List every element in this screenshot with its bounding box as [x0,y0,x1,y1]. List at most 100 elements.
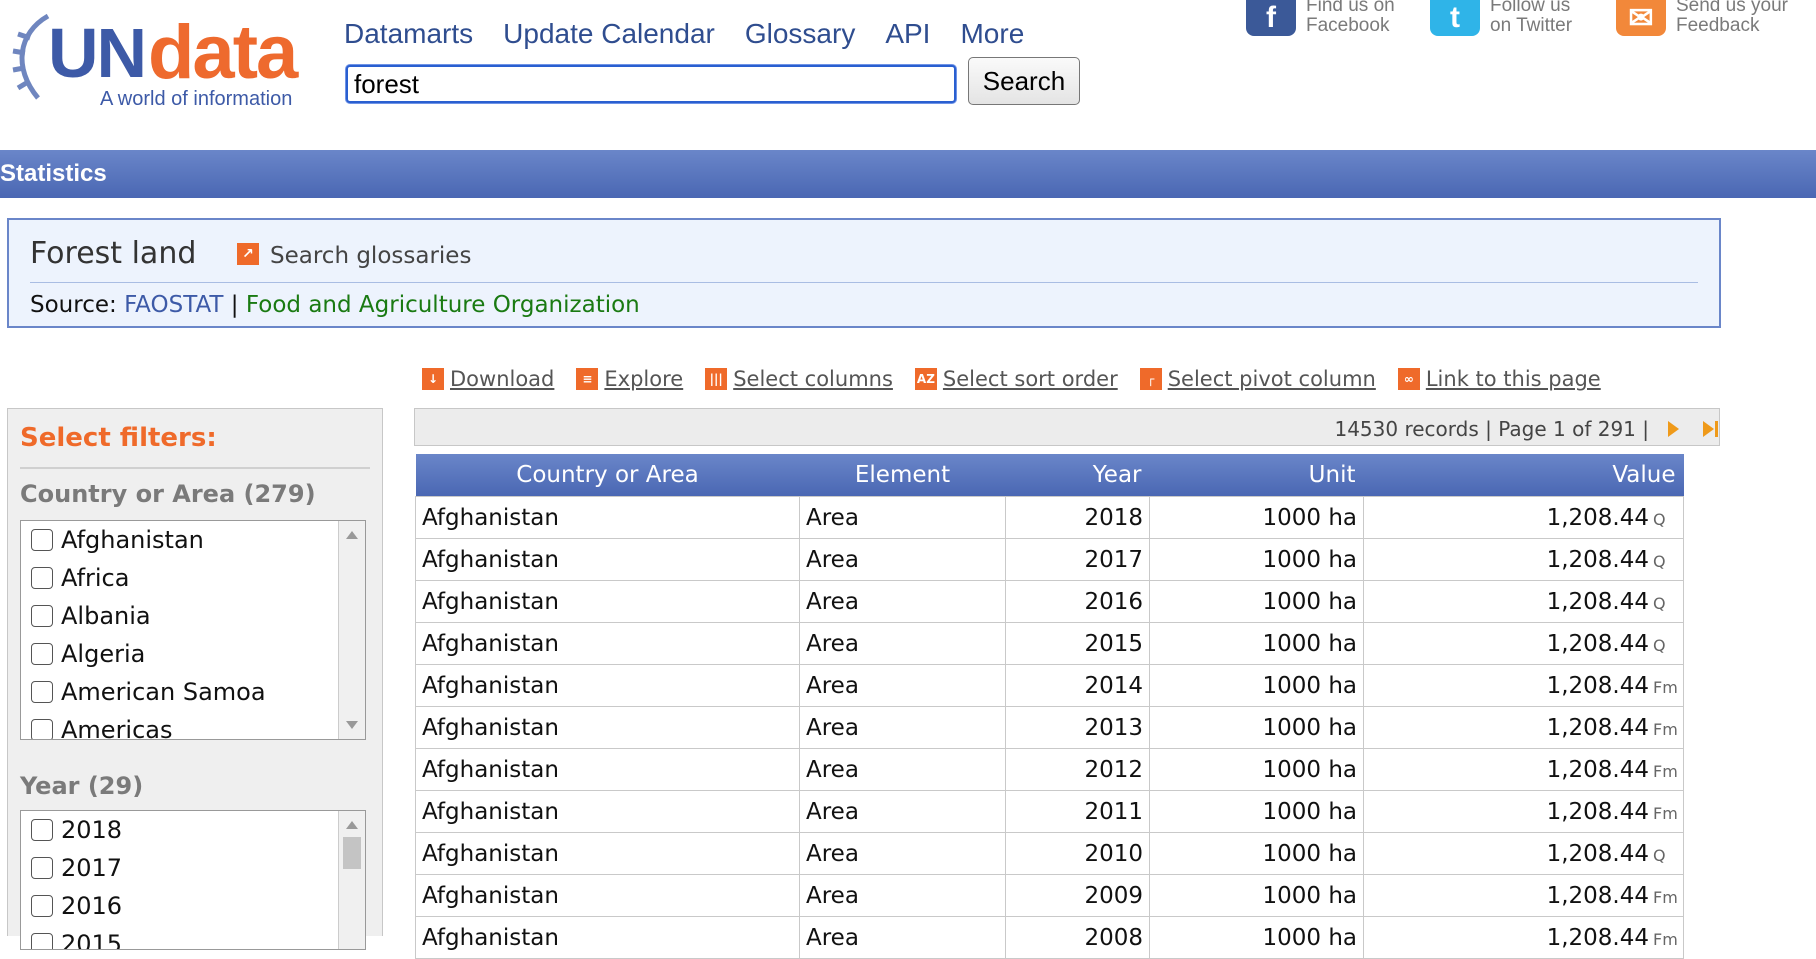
option-label: Africa [61,564,130,592]
value-number: 1,208.44 [1546,672,1649,699]
year-filter-list[interactable]: 2018 2017 2016 2015 [20,810,366,950]
table-cell: Area [799,622,1006,665]
scroll-up-icon[interactable] [346,821,358,829]
table-cell: 1000 ha [1149,748,1364,791]
table-row: Afghanistan Area 2008 1000 ha 1,208.44 Fm [415,916,1684,959]
option-label: American Samoa [61,678,266,706]
explore-icon: ≡ [576,368,599,390]
nav-api[interactable]: API [885,18,930,50]
option-label: 2018 [61,816,123,844]
feedback-link[interactable]: ✉ Send us your Feedback [1616,0,1788,36]
value-cell: 1,208.44 Q [1363,496,1684,539]
select-pivot-column-button[interactable]: ┌ Select pivot column [1139,367,1376,391]
twitter-link[interactable]: t Follow us on Twitter [1430,0,1572,36]
value-flag[interactable]: Q [1653,552,1679,571]
checkbox[interactable] [31,819,53,841]
country-filter-title: Country or Area (279) [20,480,316,508]
value-number: 1,208.44 [1546,504,1649,531]
scroll-thumb[interactable] [343,837,361,869]
facebook-line2: Facebook [1306,15,1390,36]
value-number: 1,208.44 [1546,798,1649,825]
value-flag[interactable]: Fm [1653,720,1679,739]
value-flag[interactable]: Q [1653,510,1679,529]
link-to-page-button[interactable]: ∞ Link to this page [1397,367,1601,391]
column-header[interactable]: Element [799,454,1006,497]
nav-more[interactable]: More [960,18,1024,50]
value-cell: 1,208.44 Fm [1363,748,1684,791]
checkbox[interactable] [31,567,53,589]
table-cell: Area [799,496,1006,539]
nav-update-calendar[interactable]: Update Calendar [503,18,715,50]
year-option[interactable]: 2018 [21,811,365,849]
year-option[interactable]: 2017 [21,849,365,887]
source-db-link[interactable]: FAOSTAT [124,292,223,318]
country-option[interactable]: Africa [21,559,365,597]
checkbox[interactable] [31,643,53,665]
table-cell: Afghanistan [415,748,800,791]
search-input[interactable] [346,65,956,103]
value-flag[interactable]: Fm [1653,762,1679,781]
option-label: 2017 [61,854,123,882]
value-flag[interactable]: Q [1653,636,1679,655]
checkbox[interactable] [31,605,53,627]
table-cell: 1000 ha [1149,874,1364,917]
value-cell: 1,208.44 Q [1363,538,1684,581]
column-header[interactable]: Year [1005,454,1150,497]
country-list-scrollbar[interactable] [338,521,365,739]
search-glossaries-link[interactable]: Search glossaries [270,243,471,269]
table-cell: 2018 [1005,496,1150,539]
table-cell: 1000 ha [1149,706,1364,749]
value-flag[interactable]: Fm [1653,804,1679,823]
checkbox[interactable] [31,857,53,879]
table-row: Afghanistan Area 2015 1000 ha 1,208.44 Q [415,622,1684,665]
facebook-link[interactable]: f Find us on Facebook [1246,0,1395,36]
value-cell: 1,208.44 Fm [1363,790,1684,833]
country-filter-list[interactable]: Afghanistan Africa Albania Algeria Ameri… [20,520,366,740]
column-header[interactable]: Value [1363,454,1684,497]
value-flag[interactable]: Fm [1653,930,1679,949]
country-option[interactable]: Algeria [21,635,365,673]
explore-button[interactable]: ≡ Explore [576,367,683,391]
country-option[interactable]: Albania [21,597,365,635]
next-page-icon[interactable] [1668,421,1679,437]
country-option[interactable]: Afghanistan [21,521,365,559]
value-cell: 1,208.44 Fm [1363,874,1684,917]
value-flag[interactable]: Q [1653,594,1679,613]
table-cell: Area [799,874,1006,917]
table-cell: 2014 [1005,664,1150,707]
source-org-link[interactable]: Food and Agriculture Organization [246,292,640,318]
checkbox[interactable] [31,529,53,551]
table-row: Afghanistan Area 2016 1000 ha 1,208.44 Q [415,580,1684,623]
year-list-scrollbar[interactable] [338,811,365,949]
checkbox[interactable] [31,681,53,703]
value-flag[interactable]: Fm [1653,678,1679,697]
twitter-line2: on Twitter [1490,15,1573,36]
scroll-up-icon[interactable] [346,531,358,539]
table-row: Afghanistan Area 2014 1000 ha 1,208.44 Fm [415,664,1684,707]
nav-glossary[interactable]: Glossary [745,18,855,50]
select-sort-order-button[interactable]: AZ Select sort order [914,367,1118,391]
year-option[interactable]: 2015 [21,925,365,949]
undata-logo[interactable]: UN data A world of information [8,8,298,110]
option-label: 2016 [61,892,123,920]
table-cell: 1000 ha [1149,916,1364,959]
country-option[interactable]: American Samoa [21,673,365,711]
value-flag[interactable]: Fm [1653,888,1679,907]
option-label: Albania [61,602,151,630]
checkbox[interactable] [31,719,53,739]
download-button[interactable]: ↓ Download [422,367,554,391]
select-columns-button[interactable]: ||| Select columns [705,367,893,391]
scroll-down-icon[interactable] [346,721,358,729]
column-header[interactable]: Unit [1149,454,1364,497]
link-icon: ∞ [1397,368,1420,390]
value-flag[interactable]: Q [1653,846,1679,865]
country-option[interactable]: Americas [21,711,365,739]
nav-datamarts[interactable]: Datamarts [344,18,473,50]
checkbox[interactable] [31,895,53,917]
source-label: Source: [30,292,117,318]
table-row: Afghanistan Area 2013 1000 ha 1,208.44 Fm [415,706,1684,749]
year-option[interactable]: 2016 [21,887,365,925]
search-button[interactable]: Search [968,57,1080,105]
column-header[interactable]: Country or Area [415,454,800,497]
glossary-icon[interactable]: ↗ [237,243,259,265]
